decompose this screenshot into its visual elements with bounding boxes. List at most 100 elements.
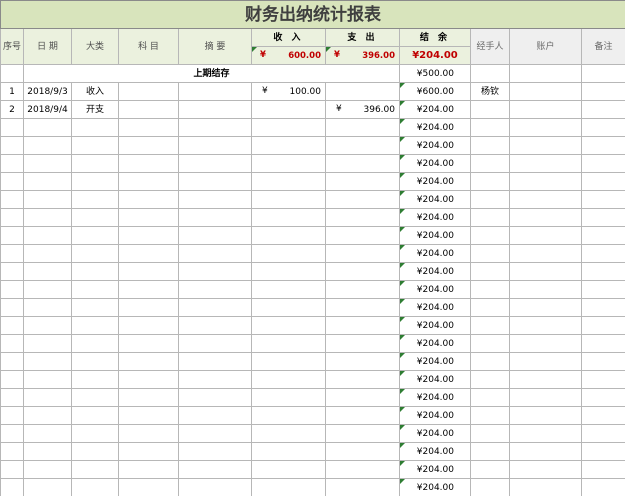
balance-cell[interactable]: ¥204.00 [399, 172, 471, 191]
balance-cell[interactable]: ¥204.00 [399, 460, 471, 479]
account-cell[interactable] [509, 154, 582, 173]
balance-cell[interactable]: ¥204.00 [399, 388, 471, 407]
account-cell[interactable] [509, 262, 582, 281]
balance-cell[interactable]: ¥204.00 [399, 154, 471, 173]
expense-cell[interactable] [325, 244, 400, 263]
subject-cell[interactable] [118, 334, 179, 353]
note-cell[interactable] [580, 460, 625, 479]
income-cell[interactable] [251, 226, 326, 245]
income-cell[interactable] [251, 280, 326, 299]
note-cell[interactable] [580, 334, 625, 353]
expense-cell[interactable] [325, 172, 400, 191]
expense-cell[interactable] [325, 334, 400, 353]
income-cell[interactable] [251, 478, 326, 496]
date-cell[interactable] [23, 208, 72, 227]
category-cell[interactable] [71, 172, 119, 191]
summary-cell[interactable] [178, 280, 252, 299]
date-cell[interactable] [23, 388, 72, 407]
account-cell[interactable] [509, 352, 582, 371]
note-cell[interactable] [580, 190, 625, 209]
date-cell[interactable] [23, 298, 72, 317]
seq-cell[interactable] [0, 262, 24, 281]
date-cell[interactable]: 2018/9/4 [23, 100, 72, 119]
seq-cell[interactable] [0, 226, 24, 245]
expense-cell[interactable] [325, 352, 400, 371]
seq-cell[interactable] [0, 478, 24, 496]
account-cell[interactable] [509, 406, 582, 425]
category-cell[interactable] [71, 190, 119, 209]
note-cell[interactable] [580, 298, 625, 317]
balance-cell[interactable]: ¥204.00 [399, 352, 471, 371]
subject-cell[interactable] [118, 316, 179, 335]
category-cell[interactable] [71, 352, 119, 371]
total-expense-cell[interactable]: ¥ 396.00 [325, 46, 400, 65]
summary-cell[interactable] [178, 388, 252, 407]
account-cell[interactable] [509, 424, 582, 443]
handler-cell[interactable] [470, 442, 510, 461]
expense-cell[interactable] [325, 406, 400, 425]
category-cell[interactable] [71, 262, 119, 281]
seq-cell[interactable]: 2 [0, 100, 24, 119]
handler-cell[interactable] [470, 226, 510, 245]
income-cell[interactable] [251, 352, 326, 371]
income-cell[interactable] [251, 460, 326, 479]
subject-cell[interactable] [118, 244, 179, 263]
income-cell[interactable] [251, 262, 326, 281]
seq-cell[interactable] [0, 172, 24, 191]
income-cell[interactable] [251, 136, 326, 155]
category-cell[interactable] [71, 388, 119, 407]
subject-cell[interactable] [118, 208, 179, 227]
income-cell[interactable] [251, 316, 326, 335]
subject-cell[interactable] [118, 478, 179, 496]
category-cell[interactable] [71, 460, 119, 479]
summary-cell[interactable] [178, 442, 252, 461]
expense-cell[interactable] [325, 208, 400, 227]
header-expense[interactable]: 支 出 [325, 28, 400, 47]
expense-cell[interactable] [325, 190, 400, 209]
expense-cell[interactable] [325, 280, 400, 299]
income-cell[interactable] [251, 190, 326, 209]
handler-cell[interactable] [470, 352, 510, 371]
header-subject[interactable]: 科 目 [118, 28, 179, 65]
date-cell[interactable] [23, 190, 72, 209]
report-title[interactable]: 财务出纳统计报表 [0, 0, 625, 29]
seq-cell[interactable] [0, 118, 24, 137]
note-cell[interactable] [580, 226, 625, 245]
note-cell[interactable] [580, 208, 625, 227]
balance-cell[interactable]: ¥204.00 [399, 334, 471, 353]
handler-cell[interactable] [470, 262, 510, 281]
handler-cell[interactable] [470, 298, 510, 317]
date-cell[interactable] [23, 424, 72, 443]
income-cell[interactable] [251, 172, 326, 191]
account-cell[interactable] [509, 442, 582, 461]
subject-cell[interactable] [118, 100, 179, 119]
subject-cell[interactable] [118, 118, 179, 137]
income-cell[interactable] [251, 154, 326, 173]
balance-cell[interactable]: ¥204.00 [399, 244, 471, 263]
note-cell[interactable] [580, 100, 625, 119]
balance-cell[interactable]: ¥204.00 [399, 208, 471, 227]
account-cell[interactable] [509, 388, 582, 407]
seq-cell[interactable] [0, 406, 24, 425]
seq-cell[interactable] [0, 316, 24, 335]
note-cell[interactable] [580, 478, 625, 496]
header-account[interactable]: 账户 [509, 28, 582, 65]
note-cell[interactable] [580, 82, 625, 101]
balance-cell[interactable]: ¥204.00 [399, 190, 471, 209]
date-cell[interactable] [23, 316, 72, 335]
note-cell[interactable] [580, 370, 625, 389]
expense-cell[interactable] [325, 442, 400, 461]
seq-cell[interactable] [0, 442, 24, 461]
subject-cell[interactable] [118, 352, 179, 371]
summary-cell[interactable] [178, 406, 252, 425]
seq-cell[interactable] [0, 190, 24, 209]
account-cell[interactable] [509, 172, 582, 191]
handler-cell[interactable] [470, 172, 510, 191]
expense-cell[interactable] [325, 388, 400, 407]
category-cell[interactable] [71, 406, 119, 425]
category-cell[interactable] [71, 334, 119, 353]
account-cell[interactable] [509, 208, 582, 227]
account-cell[interactable] [509, 316, 582, 335]
date-cell[interactable] [23, 280, 72, 299]
date-cell[interactable] [23, 136, 72, 155]
